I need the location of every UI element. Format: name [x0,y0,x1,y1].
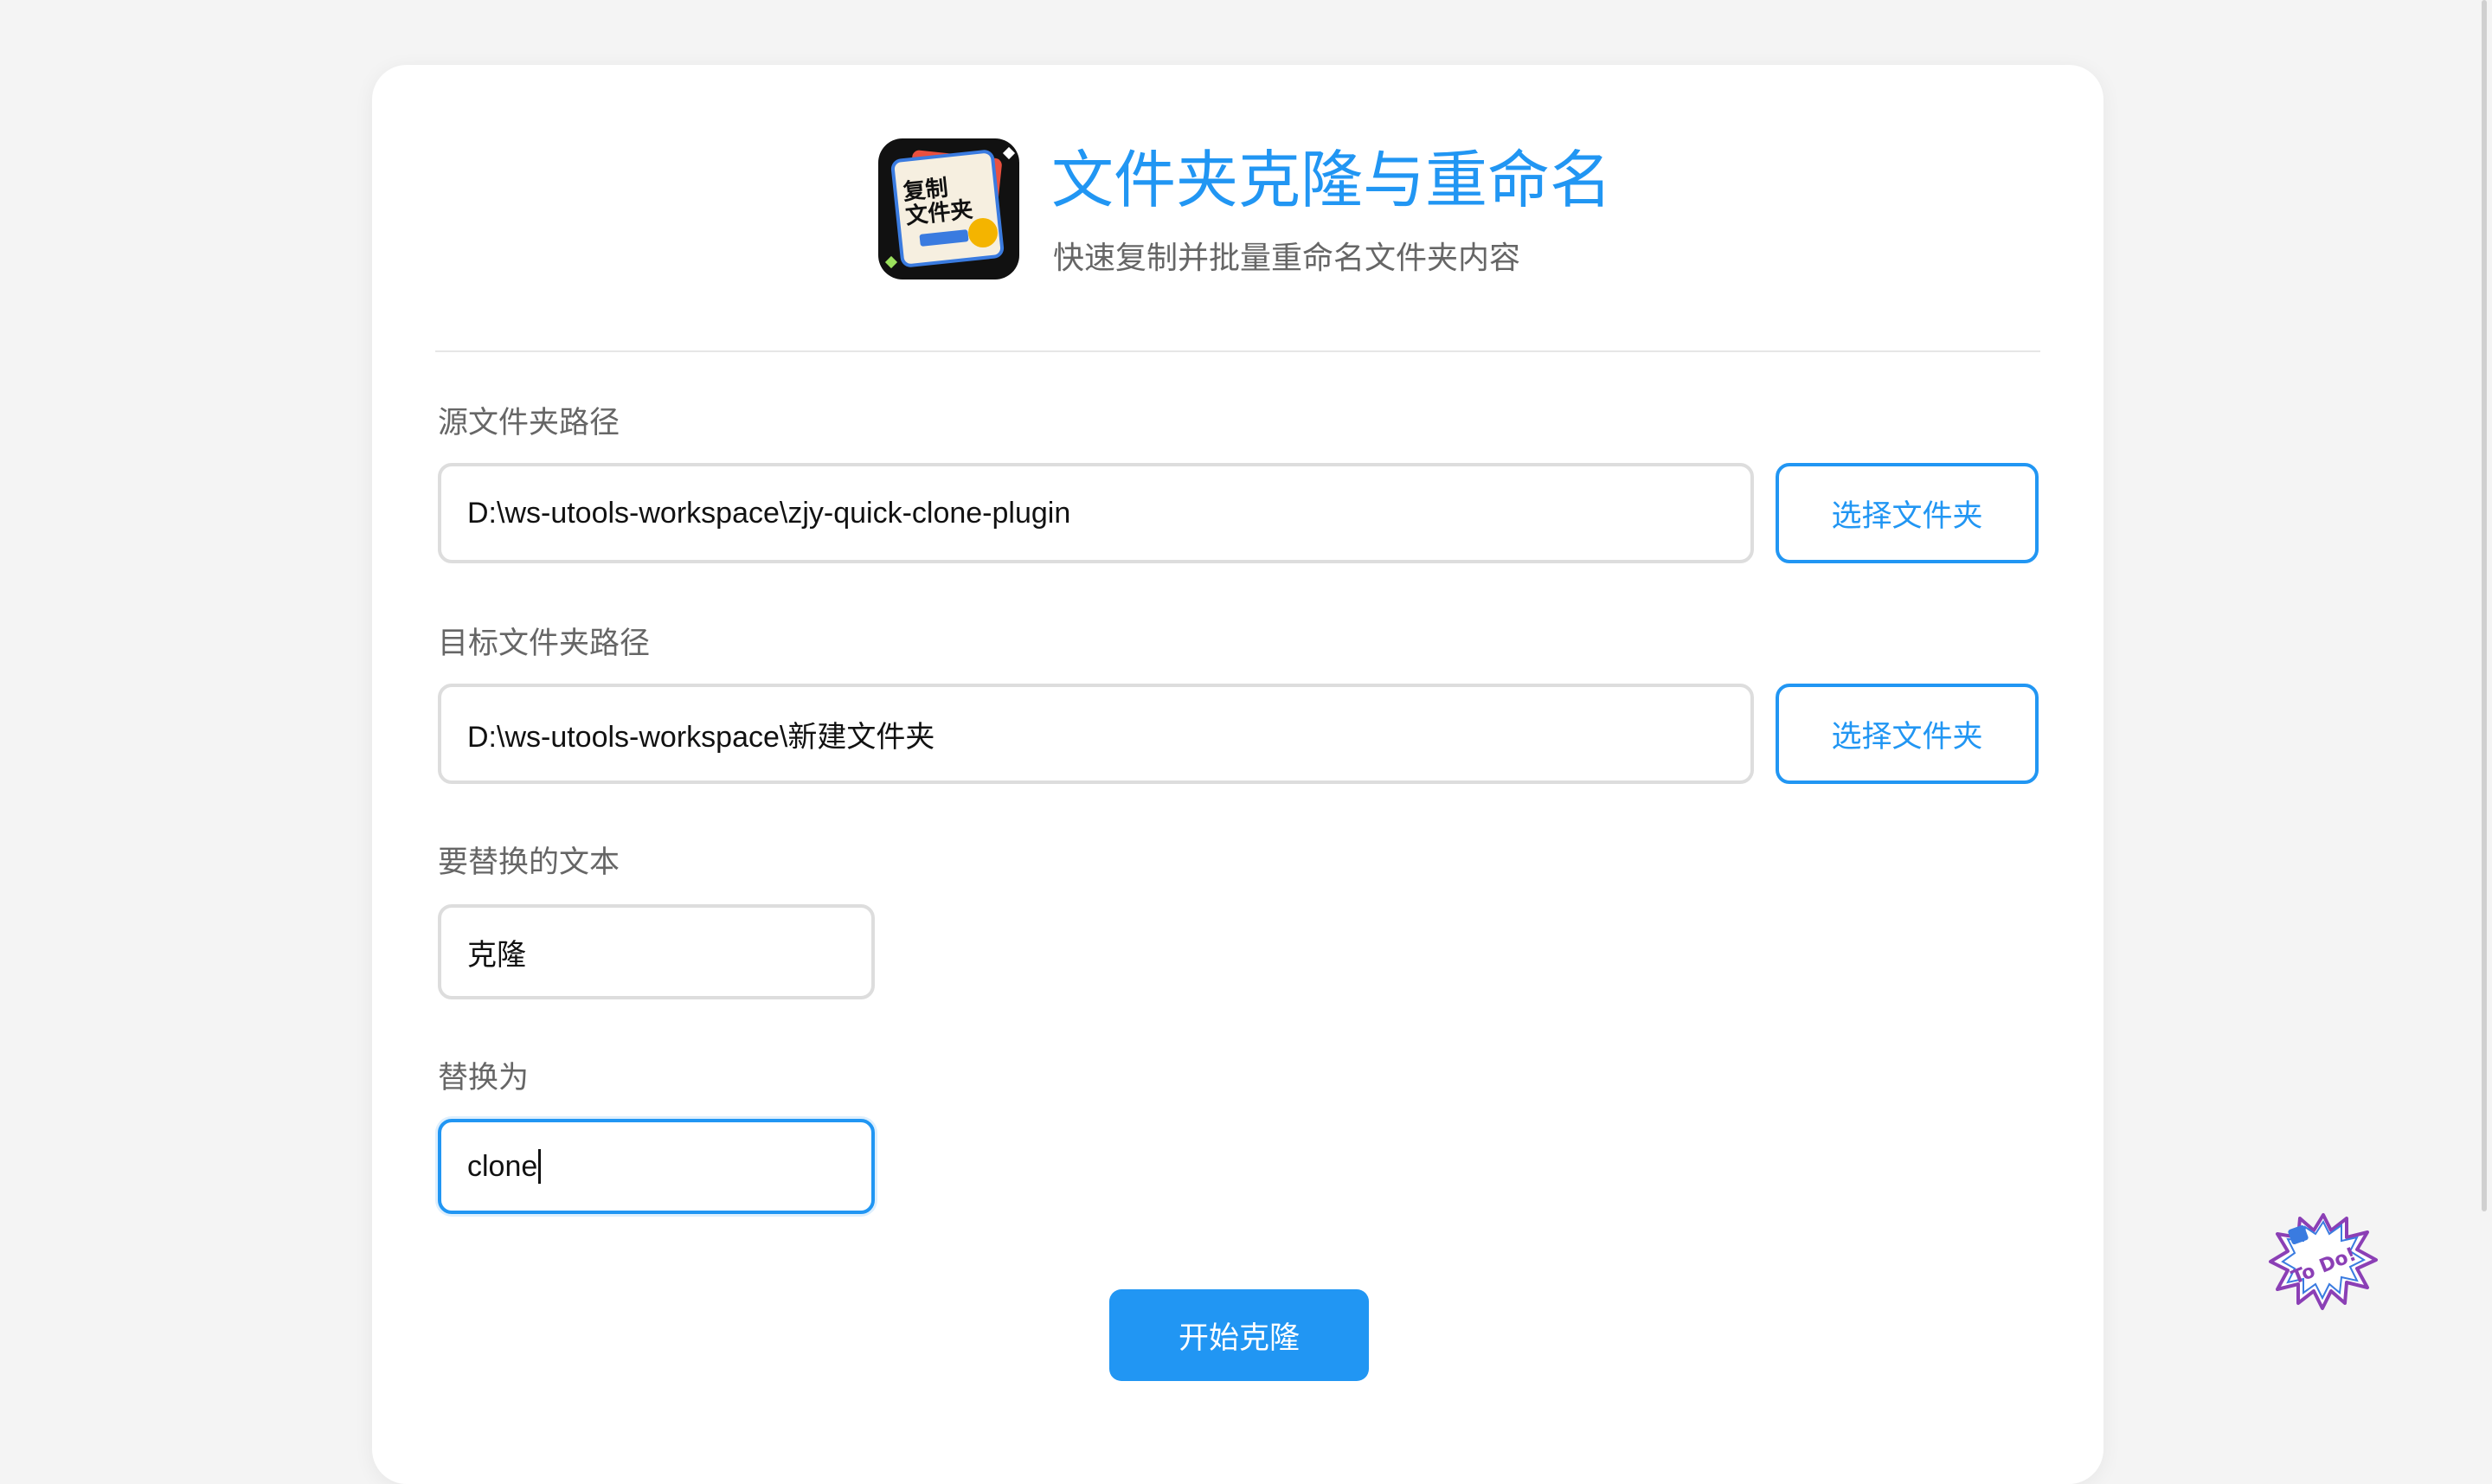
main-card: 复制 文件夹 文件夹克隆与重命名 快速复制并批量重命名文件夹内容 源文件夹路径 … [372,65,2103,1484]
target-folder-value: D:\ws-utools-workspace\新建文件夹 [467,720,935,754]
target-folder-input[interactable]: D:\ws-utools-workspace\新建文件夹 [438,684,1754,784]
app-logo-icon: 复制 文件夹 [878,138,1019,279]
logo-text: 复制 文件夹 [902,175,974,230]
todo-badge-icon[interactable]: To Do! [2267,1210,2380,1314]
target-select-folder-button[interactable]: 选择文件夹 [1776,684,2039,784]
text-caret [538,1149,542,1184]
start-clone-button[interactable]: 开始克隆 [1109,1289,1369,1381]
replace-to-input[interactable]: clone [438,1119,875,1214]
target-folder-label: 目标文件夹路径 [438,626,651,661]
page-subtitle: 快速复制并批量重命名文件夹内容 [1053,241,1521,276]
source-folder-label: 源文件夹路径 [438,406,620,440]
header: 复制 文件夹 文件夹克隆与重命名 快速复制并批量重命名文件夹内容 [372,65,2103,350]
vertical-scrollbar[interactable] [2476,0,2492,1436]
replace-from-input[interactable]: 克隆 [438,904,875,999]
replace-to-label: 替换为 [438,1061,530,1095]
replace-from-value: 克隆 [467,938,526,972]
source-folder-value: D:\ws-utools-workspace\zjy-quick-clone-p… [467,496,1071,530]
source-select-folder-button[interactable]: 选择文件夹 [1776,463,2039,563]
scrollbar-thumb[interactable] [2482,0,2487,1211]
replace-from-label: 要替换的文本 [438,845,620,880]
header-divider [435,350,2040,352]
source-folder-input[interactable]: D:\ws-utools-workspace\zjy-quick-clone-p… [438,463,1754,563]
replace-to-value: clone [467,1149,538,1183]
page-title: 文件夹克隆与重命名 [1051,144,1613,216]
